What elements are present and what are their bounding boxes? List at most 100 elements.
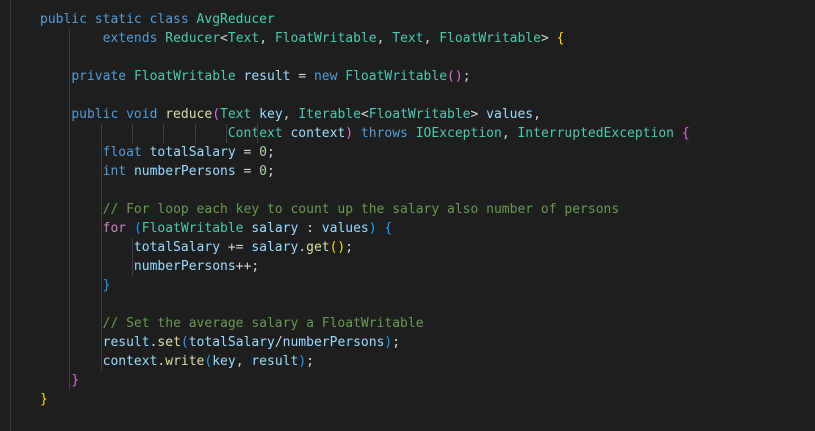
- indent-guide: [131, 257, 133, 276]
- code-token: reduce: [165, 107, 213, 122]
- code-line[interactable]: [40, 86, 690, 105]
- code-token: }: [102, 278, 111, 293]
- code-token: FloatWritable: [274, 31, 377, 46]
- indent-guide: [225, 124, 227, 143]
- indent-guide: [69, 238, 71, 257]
- code-token: Reducer: [165, 31, 221, 46]
- code-token: FloatWritable: [345, 69, 448, 84]
- code-token: ): [345, 126, 361, 141]
- code-line[interactable]: public void reduce(Text key, Iterable<Fl…: [40, 105, 690, 124]
- code-token: =: [290, 69, 314, 84]
- code-token: +=: [220, 240, 252, 255]
- code-token: }: [40, 392, 48, 407]
- code-line[interactable]: Context context) throws IOException, Int…: [40, 124, 690, 143]
- indent-guide: [69, 29, 71, 48]
- code-token: ,: [282, 107, 299, 122]
- code-line[interactable]: [40, 181, 690, 200]
- indent-guide: [194, 124, 196, 143]
- code-line[interactable]: }: [40, 276, 690, 295]
- code-token: FloatWritable: [133, 69, 244, 84]
- code-token: ): [298, 354, 307, 369]
- code-token: =: [235, 164, 260, 179]
- code-line[interactable]: private FloatWritable result = new Float…: [40, 67, 690, 86]
- code-token: FloatWritable: [439, 31, 541, 46]
- code-line[interactable]: context.write(key, result);: [40, 352, 690, 371]
- code-line[interactable]: public static class AvgReducer: [40, 10, 690, 29]
- code-editor[interactable]: public static class AvgReducer extends R…: [0, 0, 815, 431]
- code-token: totalSalary: [188, 335, 275, 350]
- code-token: FloatWritable: [141, 221, 252, 236]
- code-line[interactable]: // For loop each key to count up the sal…: [40, 200, 690, 219]
- code-token: get: [306, 240, 330, 255]
- code-line[interactable]: extends Reducer<Text, FloatWritable, Tex…: [40, 29, 690, 48]
- code-token: .: [298, 240, 307, 255]
- indent-guide: [100, 200, 102, 219]
- code-token: ;: [267, 145, 275, 160]
- code-line[interactable]: // Set the average salary a FloatWritabl…: [40, 314, 690, 333]
- code-area[interactable]: public static class AvgReducer extends R…: [40, 10, 690, 409]
- code-token: throws: [360, 126, 416, 141]
- code-token: {: [556, 31, 565, 46]
- code-token: (: [212, 107, 221, 122]
- code-line[interactable]: numberPersons++;: [40, 257, 690, 276]
- code-line[interactable]: for (FloatWritable salary : values) {: [40, 219, 690, 238]
- code-line[interactable]: }: [40, 371, 690, 390]
- code-token: ;: [462, 69, 471, 84]
- code-token: ;: [267, 164, 275, 179]
- code-token: public static class: [40, 12, 197, 27]
- code-token: private: [71, 69, 134, 84]
- indent-guide: [69, 276, 71, 295]
- indent-guide: [100, 314, 102, 333]
- code-line[interactable]: [40, 295, 690, 314]
- code-token: 0: [259, 145, 267, 160]
- indent-guide: [163, 124, 165, 143]
- code-line[interactable]: [40, 48, 690, 67]
- code-token: context: [290, 126, 346, 141]
- indent-guide: [100, 124, 102, 143]
- code-line[interactable]: }: [40, 390, 690, 409]
- indent-guide: [69, 86, 71, 105]
- code-line[interactable]: int numberPersons = 0;: [40, 162, 690, 181]
- code-token: ;: [306, 354, 314, 369]
- code-token: <: [220, 31, 228, 46]
- code-token: extends: [102, 31, 166, 46]
- indent-guide: [69, 257, 71, 276]
- code-token: numberPersons: [133, 164, 236, 179]
- code-token: (: [180, 335, 189, 350]
- code-token: ,: [423, 31, 440, 46]
- code-token: ;: [392, 335, 401, 350]
- code-token: Context: [227, 126, 291, 141]
- code-line[interactable]: totalSalary += salary.get();: [40, 238, 690, 257]
- code-line[interactable]: float totalSalary = 0;: [40, 143, 690, 162]
- indent-guide: [69, 219, 71, 238]
- code-token: (: [133, 221, 142, 236]
- code-line[interactable]: result.set(totalSalary/numberPersons);: [40, 333, 690, 352]
- indent-guide: [100, 219, 102, 238]
- code-token: salary: [251, 221, 299, 236]
- indent-guide: [69, 371, 71, 390]
- indent-guide: [100, 181, 102, 200]
- code-token: =: [235, 145, 260, 160]
- code-token: ): [368, 221, 385, 236]
- code-token: key: [212, 354, 236, 369]
- indent-guide: [69, 67, 71, 86]
- code-token: result: [102, 335, 150, 350]
- indent-guide: [100, 257, 102, 276]
- indent-guide: [69, 333, 71, 352]
- code-token: 0: [259, 164, 267, 179]
- code-token: <: [360, 107, 369, 122]
- code-token: for: [102, 221, 134, 236]
- code-token: }: [71, 373, 80, 388]
